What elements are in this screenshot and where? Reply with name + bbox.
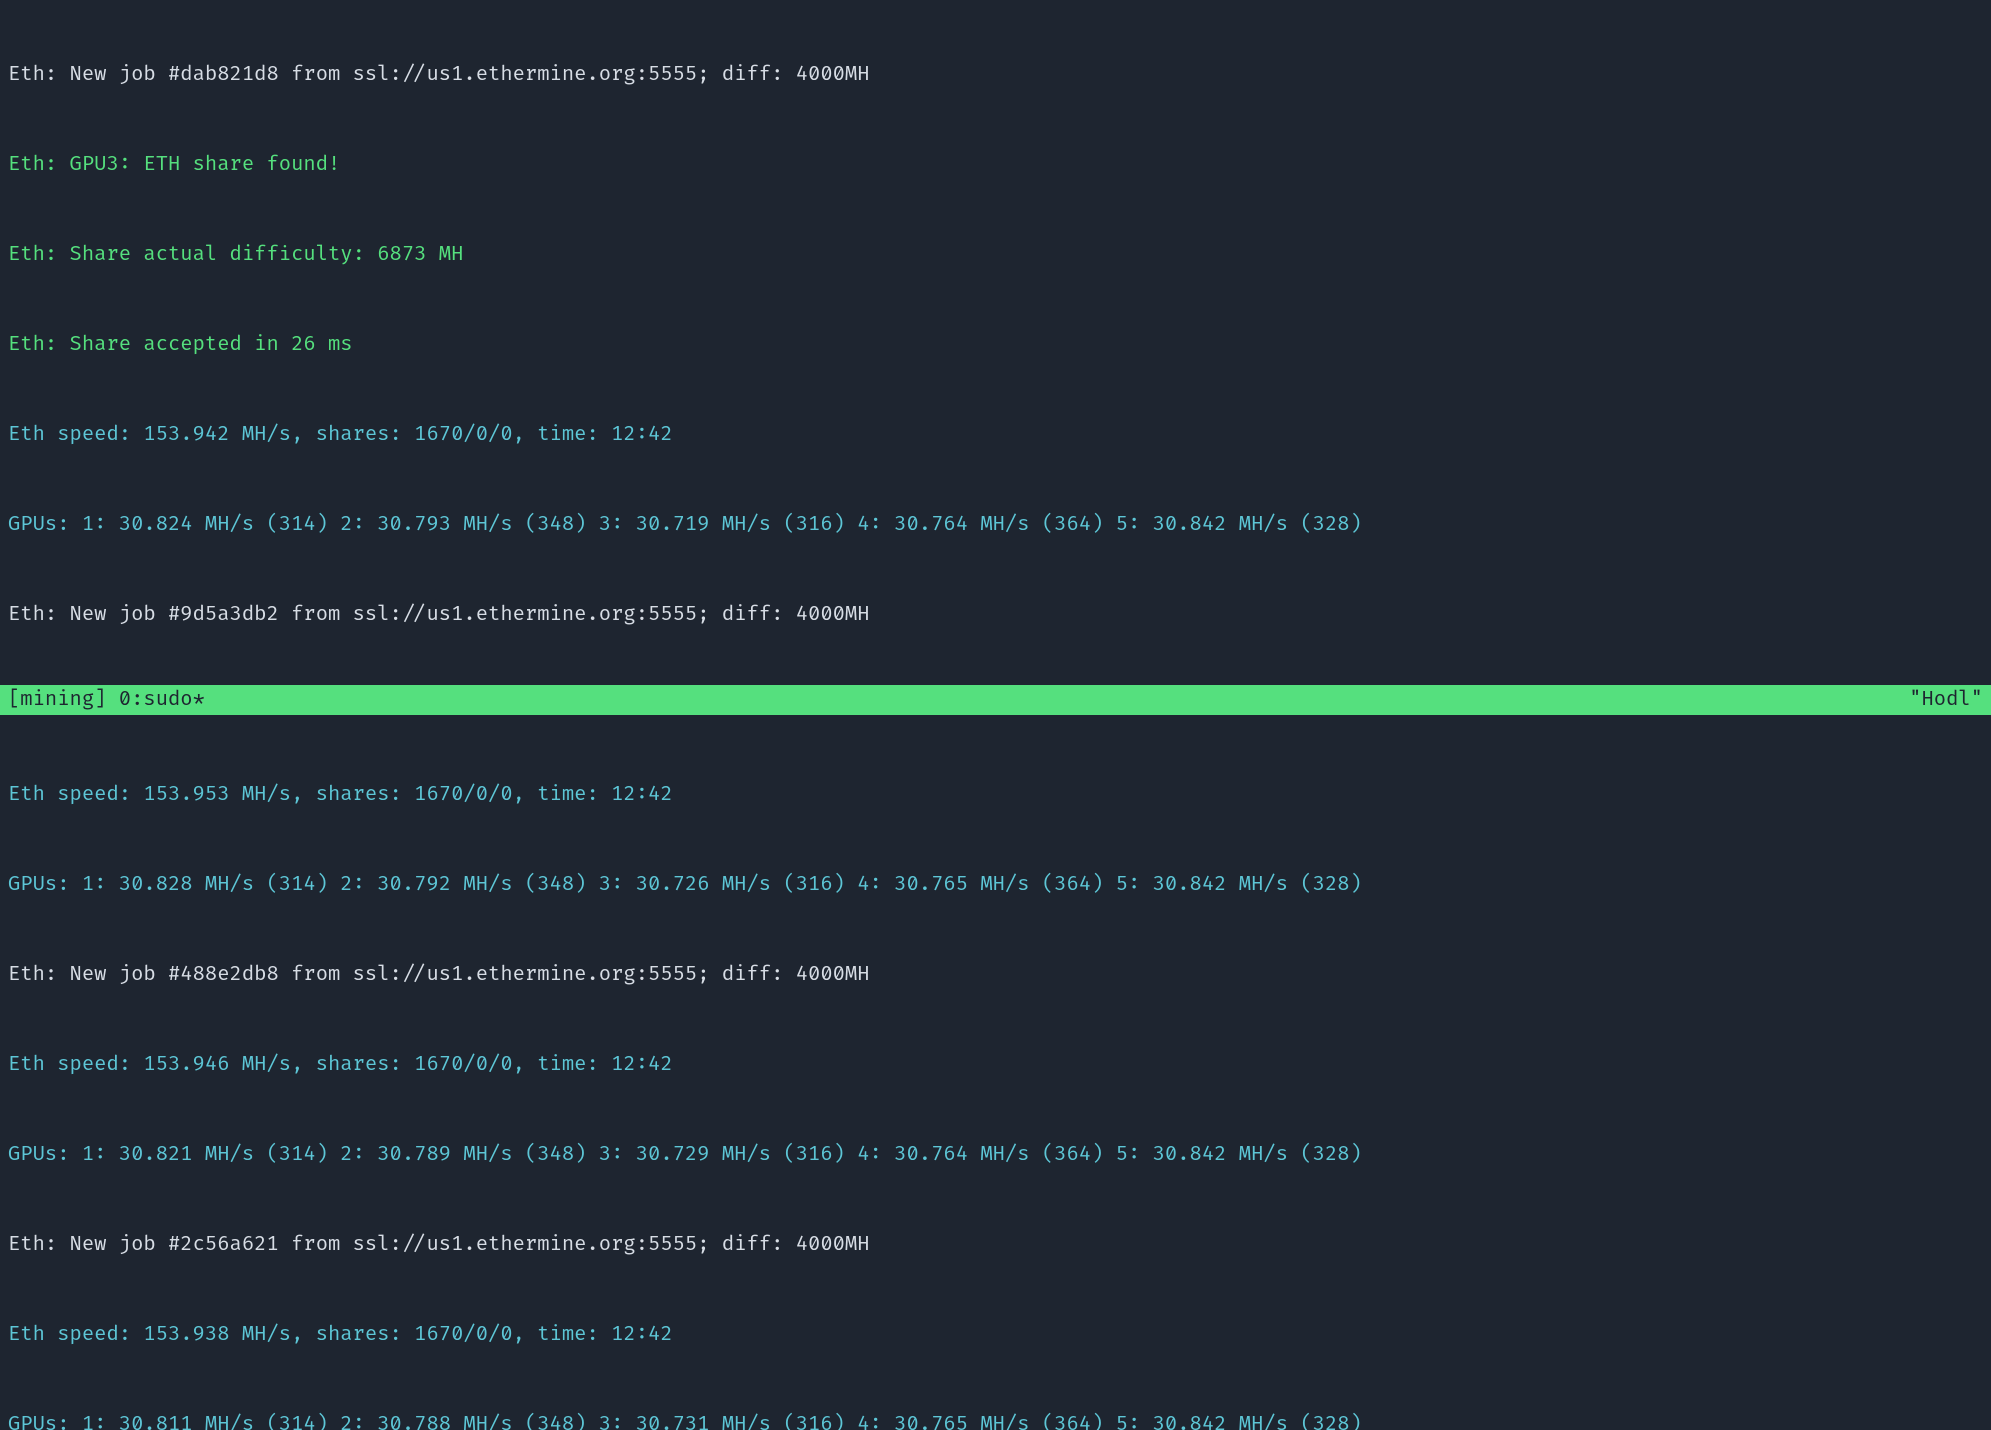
log-line: GPUs: 1: 30.828 MH/s (314) 2: 30.792 MH/…: [8, 870, 1983, 900]
log-text: Eth speed: 153.946 MH/s, shares: 1670/0/…: [8, 1053, 673, 1077]
log-line: Eth speed: 153.942 MH/s, shares: 1670/0/…: [8, 420, 1983, 450]
log-line: Eth: Share actual difficulty: 6873 MH: [8, 240, 1983, 270]
log-line: Eth speed: 153.946 MH/s, shares: 1670/0/…: [8, 1050, 1983, 1080]
statusbar-left: [mining] 0:sudo*: [8, 685, 205, 715]
log-line: Eth: GPU3: ETH share found!: [8, 150, 1983, 180]
log-text: GPUs: 1: 30.828 MH/s (314) 2: 30.792 MH/…: [8, 873, 1362, 897]
statusbar-right: "Hodl": [1909, 685, 1983, 715]
log-line: Eth speed: 153.938 MH/s, shares: 1670/0/…: [8, 1320, 1983, 1350]
log-line: GPUs: 1: 30.821 MH/s (314) 2: 30.789 MH/…: [8, 1140, 1983, 1170]
log-text: Eth: Share actual difficulty: 6873 MH: [8, 243, 463, 267]
log-text: GPUs: 1: 30.821 MH/s (314) 2: 30.789 MH/…: [8, 1143, 1362, 1167]
log-text: Eth: Share accepted in 26 ms: [8, 333, 353, 357]
log-line: Eth: New job #9d5a3db2 from ssl://us1.et…: [8, 600, 1983, 630]
log-text: Eth: New job #9d5a3db2 from ssl://us1.et…: [8, 603, 870, 627]
log-text: Eth: GPU3: ETH share found!: [8, 153, 340, 177]
terminal-output[interactable]: Eth: New job #dab821d8 from ssl://us1.et…: [0, 0, 1991, 1430]
log-line: Eth: New job #488e2db8 from ssl://us1.et…: [8, 960, 1983, 990]
log-line: Eth speed: 153.953 MH/s, shares: 1670/0/…: [8, 780, 1983, 810]
log-text: GPUs: 1: 30.824 MH/s (314) 2: 30.793 MH/…: [8, 513, 1362, 537]
log-text: Eth speed: 153.953 MH/s, shares: 1670/0/…: [8, 783, 673, 807]
log-text: Eth: New job #488e2db8 from ssl://us1.et…: [8, 963, 870, 987]
log-line: Eth: New job #2c56a621 from ssl://us1.et…: [8, 1230, 1983, 1260]
log-text: GPUs: 1: 30.811 MH/s (314) 2: 30.788 MH/…: [8, 1413, 1362, 1430]
tmux-statusbar[interactable]: [mining] 0:sudo* "Hodl": [0, 685, 1991, 715]
log-text: Eth: New job #2c56a621 from ssl://us1.et…: [8, 1233, 870, 1257]
log-line: GPUs: 1: 30.811 MH/s (314) 2: 30.788 MH/…: [8, 1410, 1983, 1430]
log-line: Eth: New job #dab821d8 from ssl://us1.et…: [8, 60, 1983, 90]
log-line: GPUs: 1: 30.824 MH/s (314) 2: 30.793 MH/…: [8, 510, 1983, 540]
log-text: Eth: New job #dab821d8 from ssl://us1.et…: [8, 63, 870, 87]
log-text: Eth speed: 153.938 MH/s, shares: 1670/0/…: [8, 1323, 673, 1347]
log-line: Eth: Share accepted in 26 ms: [8, 330, 1983, 360]
log-text: Eth speed: 153.942 MH/s, shares: 1670/0/…: [8, 423, 673, 447]
